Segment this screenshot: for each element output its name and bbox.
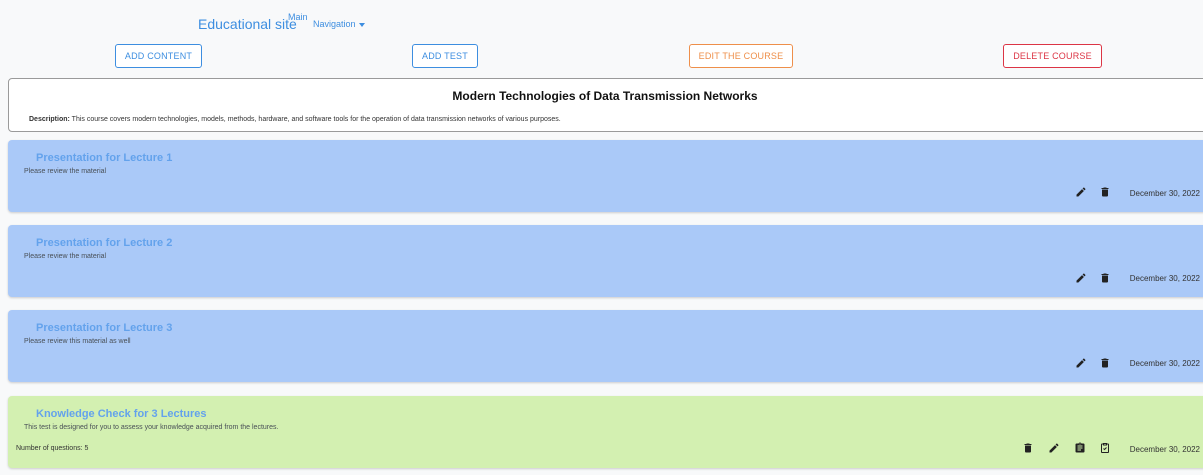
- card-date: December 30, 2022: [1129, 359, 1200, 368]
- pencil-icon[interactable]: [1075, 357, 1087, 369]
- pencil-icon[interactable]: [1075, 272, 1087, 284]
- course-title: Modern Technologies of Data Transmission…: [452, 89, 758, 103]
- nav-navigation-dropdown[interactable]: Navigation: [313, 19, 365, 29]
- content-card: Presentation for Lecture 3 Please review…: [8, 310, 1203, 382]
- card-title[interactable]: Presentation for Lecture 2: [36, 237, 172, 249]
- nav-main-link[interactable]: Main: [288, 12, 308, 22]
- card-date: December 30, 2022: [1129, 274, 1200, 283]
- content-card: Presentation for Lecture 2 Please review…: [8, 225, 1203, 297]
- trash-icon[interactable]: [1099, 357, 1111, 369]
- card-title[interactable]: Presentation for Lecture 3: [36, 322, 172, 334]
- card-subtitle: Please review this material as well: [24, 338, 131, 345]
- delete-course-button[interactable]: DELETE COURSE: [1003, 44, 1102, 68]
- description-label: Description:: [29, 116, 70, 123]
- trash-icon[interactable]: [1099, 186, 1111, 198]
- card-title[interactable]: Knowledge Check for 3 Lectures: [36, 408, 207, 420]
- edit-course-button[interactable]: EDIT THE COURSE: [689, 44, 793, 68]
- trash-icon[interactable]: [1022, 442, 1034, 454]
- description-text: This course covers modern technologies, …: [71, 116, 561, 123]
- card-date: December 30, 2022: [1129, 445, 1200, 454]
- card-title[interactable]: Presentation for Lecture 1: [36, 152, 172, 164]
- course-description: Description: This course covers modern t…: [29, 116, 561, 123]
- card-subtitle: This test is designed for you to assess …: [24, 424, 279, 431]
- brand-link[interactable]: Educational site: [198, 16, 297, 32]
- add-test-button[interactable]: ADD TEST: [412, 44, 478, 68]
- pencil-icon[interactable]: [1075, 186, 1087, 198]
- content-card: Presentation for Lecture 1 Please review…: [8, 140, 1203, 212]
- nav-navigation-label: Navigation: [313, 19, 356, 29]
- course-header: Modern Technologies of Data Transmission…: [8, 78, 1203, 132]
- clipboard-list-icon[interactable]: [1074, 442, 1086, 454]
- trash-icon[interactable]: [1099, 272, 1111, 284]
- clipboard-check-icon[interactable]: [1099, 442, 1111, 454]
- add-content-button[interactable]: ADD CONTENT: [115, 44, 202, 68]
- pencil-icon[interactable]: [1048, 442, 1060, 454]
- card-subtitle: Please review the material: [24, 168, 107, 175]
- navbar: Educational site Main Navigation: [0, 0, 1203, 40]
- caret-down-icon: [358, 22, 365, 27]
- test-card: Knowledge Check for 3 Lectures This test…: [8, 396, 1203, 468]
- card-subtitle: Please review the material: [24, 253, 107, 260]
- question-count: Number of questions: 5: [16, 445, 89, 452]
- card-date: December 30, 2022: [1129, 189, 1200, 198]
